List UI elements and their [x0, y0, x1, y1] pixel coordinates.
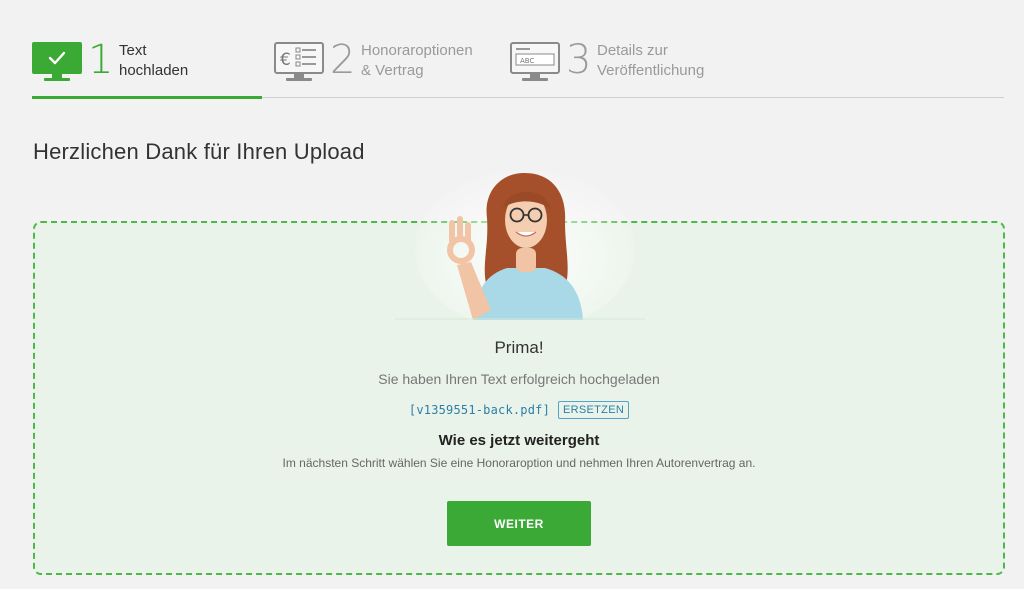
monitor-abc-icon: ABC	[510, 42, 560, 81]
next-steps-title: Wie es jetzt weitergeht	[438, 432, 600, 449]
step-number: 2	[330, 37, 356, 83]
svg-text:ABC: ABC	[520, 57, 534, 65]
step-label: Honoraroptionen & Vertrag	[361, 42, 473, 79]
continue-button[interactable]: WEITER	[447, 501, 591, 546]
success-message: Sie haben Ihren Text erfolgreich hochgel…	[378, 371, 660, 387]
page-title: Herzlichen Dank für Ihren Upload	[33, 139, 365, 164]
upload-success-content: Prima! Sie haben Ihren Text erfolgreich …	[35, 338, 1003, 471]
step-number: 3	[566, 37, 592, 83]
monitor-check-icon	[32, 42, 82, 81]
step-label: Details zur Veröffentlichung	[597, 42, 705, 79]
svg-text:€: €	[280, 50, 291, 70]
step-label: Text hochladen	[119, 42, 189, 79]
success-headline: Prima!	[494, 338, 544, 357]
monitor-euro-list-icon: €	[274, 42, 324, 81]
progress-stepper: 1 Text hochladen € 2 Honoraroptionen & V…	[32, 34, 1004, 99]
uploaded-file-name: [v1359551-back.pdf]	[408, 403, 550, 417]
step-text-upload: 1 Text hochladen	[32, 34, 262, 98]
step-publication-details: ABC 3 Details zur Veröffentlichung	[510, 34, 750, 98]
step-fee-options: € 2 Honoraroptionen & Vertrag	[274, 34, 504, 98]
step-number: 1	[88, 37, 114, 83]
uploaded-file-row: [v1359551-back.pdf] ERSETZEN	[35, 400, 1003, 420]
active-step-indicator	[32, 96, 262, 99]
woman-ok-gesture-photo	[395, 170, 645, 320]
next-steps-description: Im nächsten Schritt wählen Sie eine Hono…	[282, 456, 756, 470]
replace-file-button[interactable]: ERSETZEN	[558, 401, 630, 419]
